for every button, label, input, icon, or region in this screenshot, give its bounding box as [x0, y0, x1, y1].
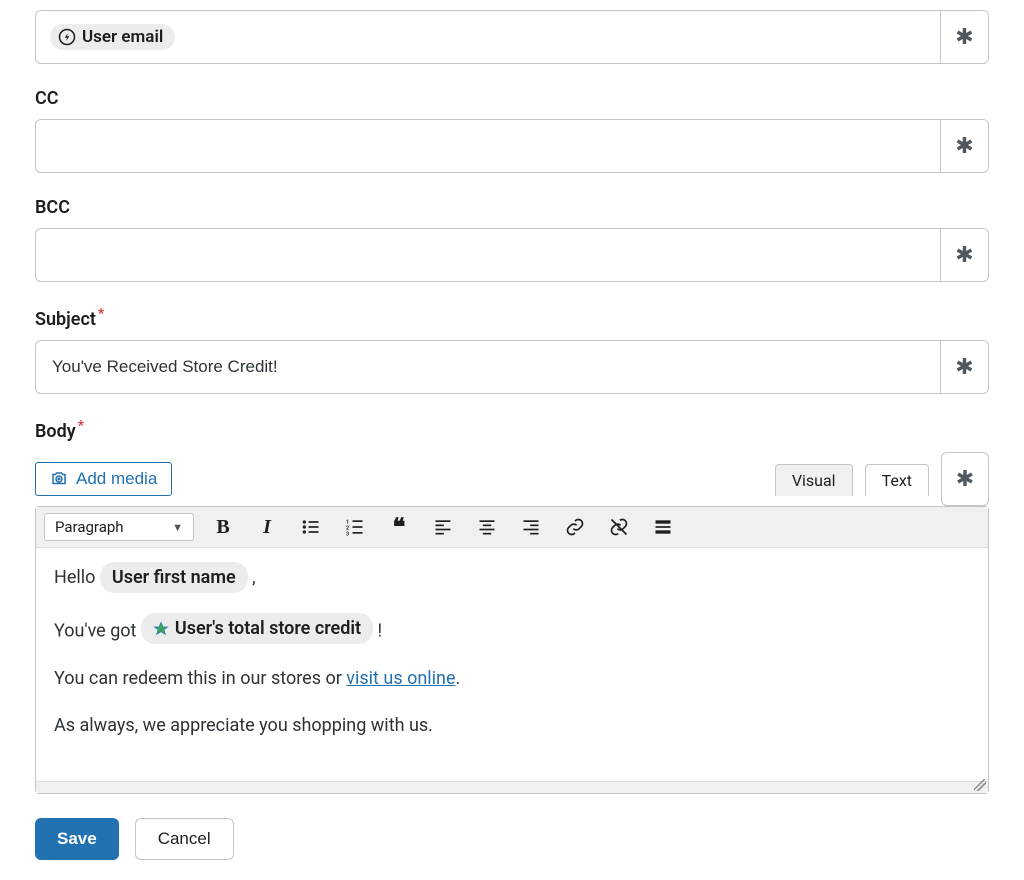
align-center-icon — [477, 517, 497, 537]
cc-input-row[interactable]: ✱ — [35, 119, 989, 173]
cc-field: CC ✱ — [35, 88, 989, 173]
to-input[interactable]: User email — [36, 11, 940, 63]
to-field: User email ✱ — [35, 10, 989, 64]
bcc-field: BCC ✱ — [35, 197, 989, 282]
bullet-list-button[interactable] — [300, 516, 322, 538]
link-icon — [565, 517, 585, 537]
to-chip-label: User email — [82, 27, 163, 47]
body-text: , — [252, 567, 256, 588]
body-text: You've got — [54, 621, 141, 642]
resize-handle[interactable] — [974, 779, 986, 791]
bcc-merge-tag-button[interactable]: ✱ — [940, 229, 988, 281]
bolt-circle-icon — [58, 28, 76, 46]
subject-input-row[interactable]: ✱ — [35, 340, 989, 394]
blockquote-button[interactable]: ❝ — [388, 516, 410, 538]
asterisk-icon: ✱ — [955, 243, 973, 268]
to-merge-tag-button[interactable]: ✱ — [940, 11, 988, 63]
editor-content[interactable]: Hello User first name , You've got User'… — [36, 548, 988, 781]
bold-button[interactable]: B — [212, 516, 234, 538]
bullet-list-icon — [301, 517, 321, 537]
asterisk-icon: ✱ — [955, 355, 973, 380]
chevron-down-icon: ▼ — [172, 521, 183, 534]
cancel-button[interactable]: Cancel — [135, 818, 234, 860]
token-user-store-credit[interactable]: User's total store credit — [141, 613, 373, 644]
bcc-input[interactable] — [50, 229, 926, 281]
italic-button[interactable]: I — [256, 516, 278, 538]
body-merge-tag-button[interactable]: ✱ — [941, 452, 989, 506]
form-actions: Save Cancel — [35, 818, 989, 860]
required-indicator: * — [78, 418, 84, 434]
body-text: . — [456, 668, 461, 689]
body-text: Hello — [54, 567, 100, 588]
body-text: As always, we appreciate you shopping wi… — [54, 712, 970, 739]
save-button[interactable]: Save — [35, 818, 119, 860]
unlink-icon — [609, 517, 629, 537]
bcc-label: BCC — [35, 197, 989, 218]
editor-footer — [36, 781, 988, 793]
format-select[interactable]: Paragraph ▼ — [44, 513, 194, 541]
visit-online-link[interactable]: visit us online — [346, 668, 455, 689]
align-left-icon — [433, 517, 453, 537]
tab-text[interactable]: Text — [865, 464, 929, 496]
read-more-icon — [653, 517, 673, 537]
cc-label: CC — [35, 88, 989, 109]
tab-visual[interactable]: Visual — [775, 464, 853, 496]
body-label: Body* — [35, 418, 989, 442]
subject-merge-tag-button[interactable]: ✱ — [940, 341, 988, 393]
token-user-first-name[interactable]: User first name — [100, 562, 248, 593]
body-text: ! — [378, 621, 383, 642]
body-field: Body* Add media Visual Text ✱ P — [35, 418, 989, 794]
unlink-button[interactable] — [608, 516, 630, 538]
asterisk-icon: ✱ — [955, 134, 973, 159]
numbered-list-button[interactable]: 123 — [344, 516, 366, 538]
cc-merge-tag-button[interactable]: ✱ — [940, 120, 988, 172]
align-center-button[interactable] — [476, 516, 498, 538]
read-more-button[interactable] — [652, 516, 674, 538]
subject-label: Subject* — [35, 306, 989, 330]
bcc-input-row[interactable]: ✱ — [35, 228, 989, 282]
align-left-button[interactable] — [432, 516, 454, 538]
editor-toolbar: Paragraph ▼ B I 123 ❝ — [36, 507, 988, 548]
rich-text-editor: Paragraph ▼ B I 123 ❝ — [35, 506, 989, 794]
subject-input[interactable] — [50, 341, 926, 393]
subject-field: Subject* ✱ — [35, 306, 989, 394]
body-text: You can redeem this in our stores or — [54, 668, 346, 689]
to-input-row[interactable]: User email ✱ — [35, 10, 989, 64]
cc-input[interactable] — [50, 120, 926, 172]
link-button[interactable] — [564, 516, 586, 538]
numbered-list-icon: 123 — [345, 517, 365, 537]
format-select-value: Paragraph — [55, 518, 124, 536]
add-media-button[interactable]: Add media — [35, 462, 172, 496]
asterisk-icon: ✱ — [956, 467, 974, 492]
store-credit-icon — [153, 621, 169, 637]
add-media-label: Add media — [76, 469, 157, 489]
required-indicator: * — [98, 306, 104, 322]
camera-music-icon — [50, 470, 68, 488]
align-right-icon — [521, 517, 541, 537]
asterisk-icon: ✱ — [955, 25, 973, 50]
align-right-button[interactable] — [520, 516, 542, 538]
svg-text:3: 3 — [346, 531, 350, 537]
to-chip-user-email[interactable]: User email — [50, 24, 175, 50]
